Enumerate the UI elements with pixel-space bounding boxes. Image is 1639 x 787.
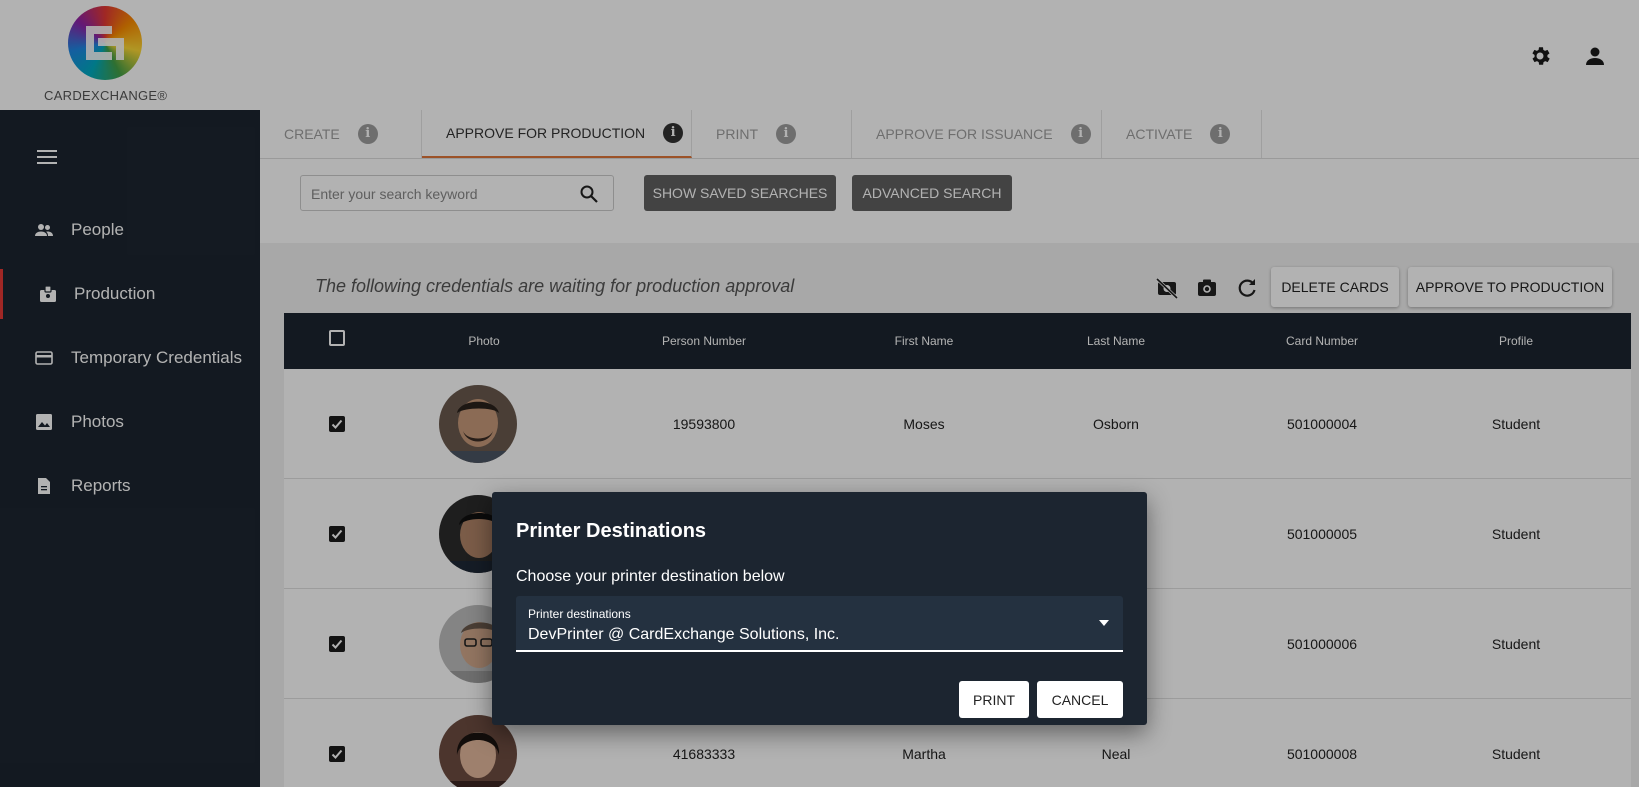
printer-destinations-dialog: Printer Destinations Choose your printer…: [492, 492, 1147, 725]
cancel-button[interactable]: CANCEL: [1037, 681, 1123, 718]
select-label: Printer destinations: [528, 607, 631, 621]
select-value: DevPrinter @ CardExchange Solutions, Inc…: [528, 626, 840, 643]
dialog-subtitle: Choose your printer destination below: [516, 568, 785, 585]
printer-destination-select[interactable]: Printer destinations DevPrinter @ CardEx…: [516, 596, 1123, 652]
print-button[interactable]: PRINT: [959, 681, 1029, 718]
dialog-title: Printer Destinations: [516, 520, 707, 542]
chevron-down-icon[interactable]: [1099, 620, 1109, 626]
